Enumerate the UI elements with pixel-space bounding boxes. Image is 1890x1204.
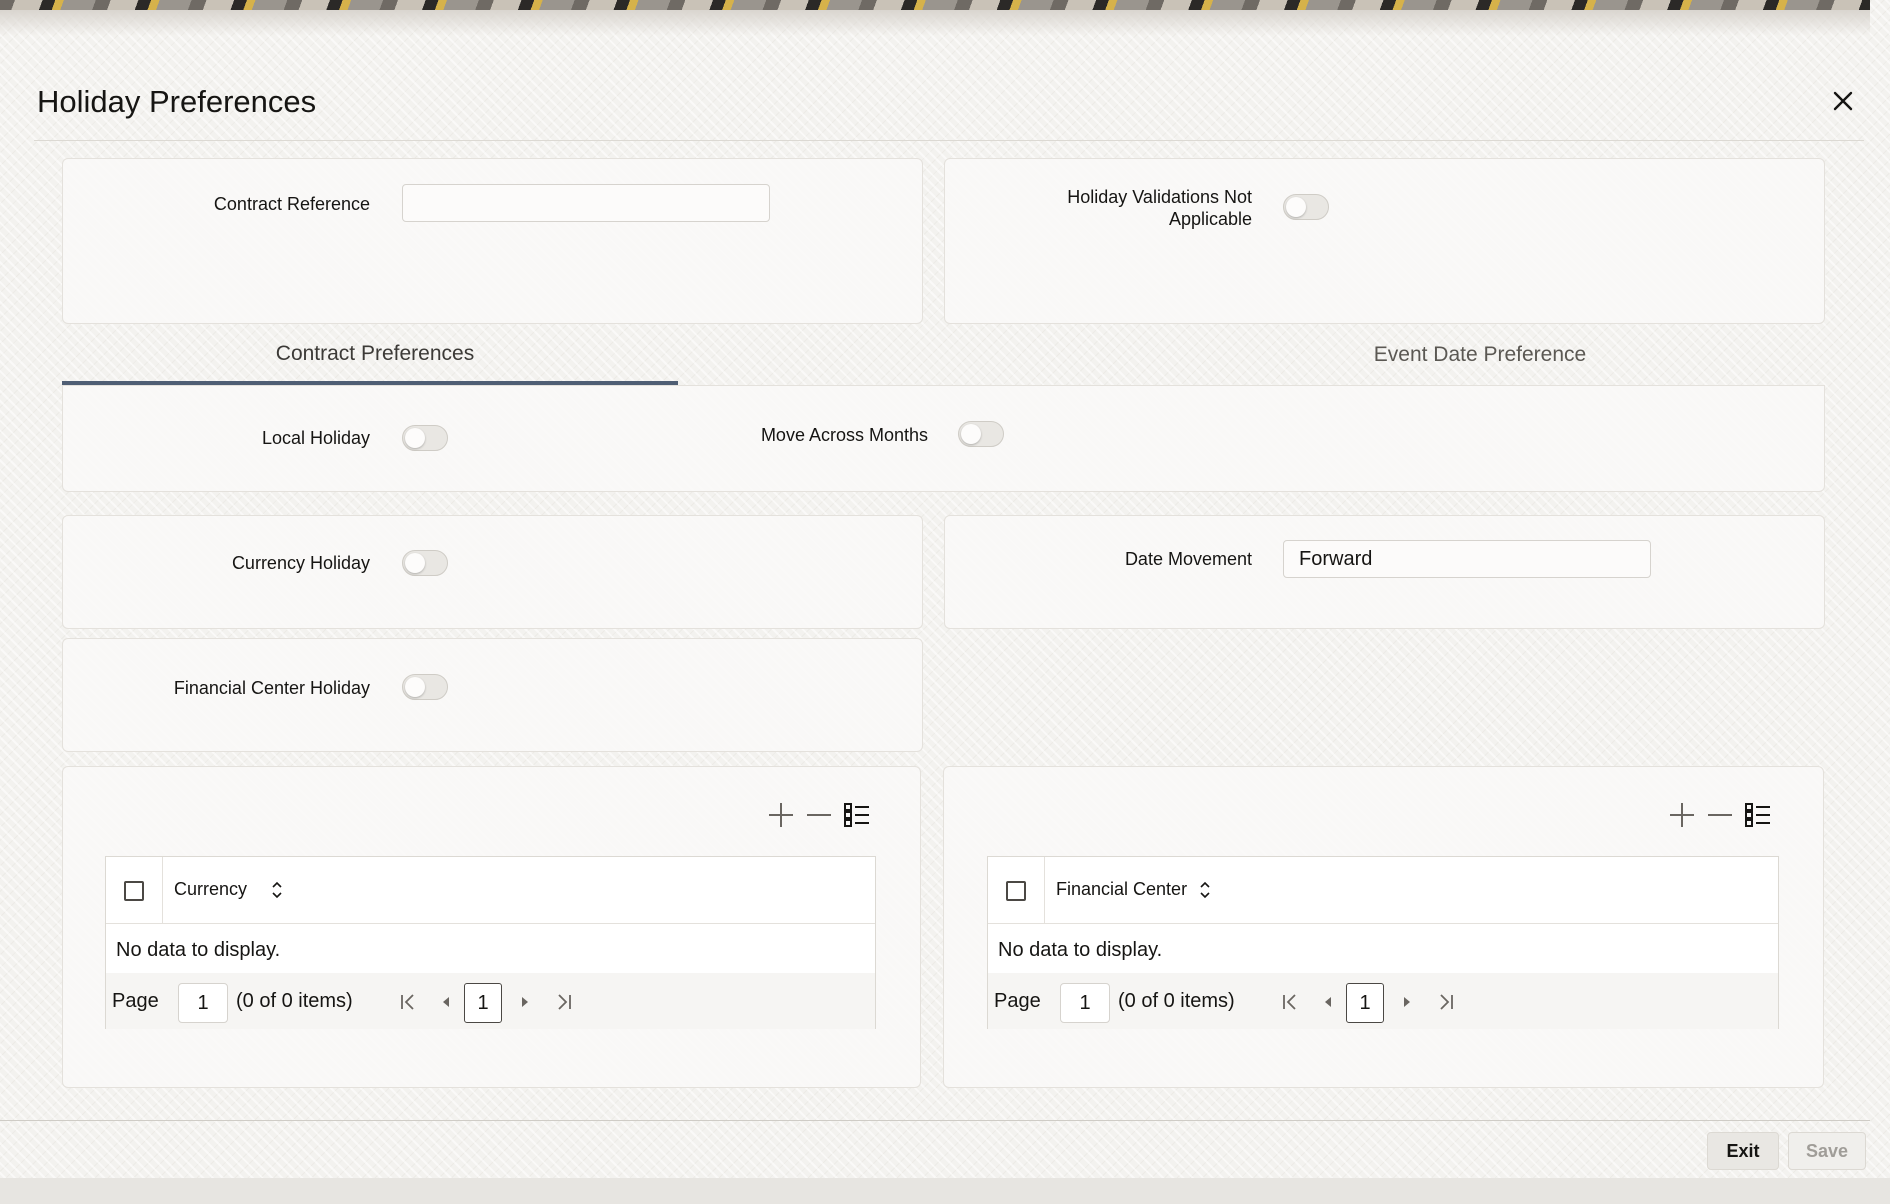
- item-count: (0 of 0 items): [1118, 990, 1235, 1012]
- last-page-button[interactable]: [550, 987, 578, 1017]
- save-button[interactable]: Save: [1788, 1132, 1866, 1170]
- currency-holiday-label: Currency Holiday: [231, 553, 370, 573]
- column-divider: [162, 857, 163, 924]
- last-page-icon: [558, 994, 571, 1010]
- previous-page-button[interactable]: [432, 987, 460, 1017]
- dialog-title: Holiday Preferences: [37, 84, 317, 119]
- financial-center-column-header[interactable]: Financial Center: [1056, 879, 1187, 900]
- plus-icon: [769, 803, 793, 827]
- add-financial-center-button[interactable]: [1665, 798, 1699, 832]
- page-label: Page: [112, 990, 159, 1012]
- previous-page-icon: [1325, 997, 1331, 1007]
- list-details-icon: [844, 803, 869, 827]
- minus-icon: [807, 814, 831, 816]
- currency-holiday-toggle[interactable]: [402, 550, 448, 576]
- currency-column-header[interactable]: Currency: [174, 879, 247, 900]
- financial-center-holiday-toggle[interactable]: [402, 674, 448, 700]
- holiday-validations-label: Holiday Validations Not Applicable: [1000, 186, 1252, 230]
- footer-bar: [0, 1178, 1890, 1204]
- next-page-button[interactable]: [1393, 987, 1421, 1017]
- currency-details-button[interactable]: [840, 798, 874, 832]
- pagination: Page 1 (0 of 0 items) 1: [988, 973, 1778, 1029]
- previous-page-icon: [443, 997, 449, 1007]
- remove-financial-center-button[interactable]: [1703, 798, 1737, 832]
- banner-strip: [0, 0, 1870, 10]
- financial-center-holiday-label: Financial Center Holiday: [173, 678, 370, 698]
- previous-page-button[interactable]: [1314, 987, 1342, 1017]
- last-page-icon: [1440, 994, 1453, 1010]
- column-divider: [1044, 857, 1045, 924]
- plus-icon: [1670, 803, 1694, 827]
- move-across-months-toggle[interactable]: [958, 421, 1004, 447]
- contract-reference-input[interactable]: [402, 184, 770, 222]
- empty-message: No data to display.: [998, 939, 1163, 961]
- close-button[interactable]: [1826, 84, 1860, 118]
- banner-fade: [0, 10, 1870, 36]
- last-page-button[interactable]: [1432, 987, 1460, 1017]
- date-movement-label: Date Movement: [1124, 549, 1252, 569]
- holiday-validations-label-line1: Holiday Validations Not: [1067, 187, 1252, 207]
- toggle-knob: [1286, 197, 1306, 217]
- close-icon: [1833, 91, 1853, 111]
- sort-icon[interactable]: [270, 879, 284, 901]
- table-header: Currency: [106, 857, 875, 924]
- local-holiday-toggle[interactable]: [402, 425, 448, 451]
- select-all-checkbox[interactable]: [1006, 881, 1026, 901]
- toggle-knob: [961, 424, 981, 444]
- remove-currency-button[interactable]: [802, 798, 836, 832]
- current-page-button[interactable]: 1: [464, 983, 502, 1023]
- current-page-button[interactable]: 1: [1346, 983, 1384, 1023]
- move-across-months-label: Move Across Months: [760, 425, 928, 445]
- select-all-checkbox[interactable]: [124, 881, 144, 901]
- first-page-button[interactable]: [1276, 987, 1304, 1017]
- toggle-knob: [405, 677, 425, 697]
- table-header: Financial Center: [988, 857, 1778, 924]
- financial-center-details-button[interactable]: [1741, 798, 1775, 832]
- page-label: Page: [994, 990, 1041, 1012]
- footer-divider: [0, 1120, 1870, 1121]
- toggle-knob: [405, 428, 425, 448]
- financial-center-table: Financial Center No data to display. Pag…: [987, 856, 1779, 1029]
- next-page-button[interactable]: [511, 987, 539, 1017]
- tab-event-date-preference[interactable]: Event Date Preference: [1170, 343, 1790, 367]
- first-page-icon: [401, 994, 414, 1010]
- add-currency-button[interactable]: [764, 798, 798, 832]
- next-page-icon: [522, 997, 528, 1007]
- holiday-validations-toggle[interactable]: [1283, 194, 1329, 220]
- toggle-knob: [405, 553, 425, 573]
- tab-contract-preferences[interactable]: Contract Preferences: [62, 342, 688, 366]
- contract-reference-panel: [62, 158, 923, 324]
- first-page-button[interactable]: [394, 987, 422, 1017]
- contract-reference-label: Contract Reference: [213, 194, 370, 214]
- first-page-icon: [1283, 994, 1296, 1010]
- exit-button[interactable]: Exit: [1707, 1132, 1779, 1170]
- empty-message: No data to display.: [116, 939, 281, 961]
- title-divider: [34, 140, 1864, 141]
- holiday-validations-panel: [944, 158, 1825, 324]
- next-page-icon: [1404, 997, 1410, 1007]
- minus-icon: [1708, 814, 1732, 816]
- list-details-icon: [1745, 803, 1770, 827]
- sort-icon[interactable]: [1198, 879, 1212, 901]
- holiday-validations-label-line2: Applicable: [1168, 209, 1252, 229]
- pagination: Page 1 (0 of 0 items) 1: [106, 973, 875, 1029]
- local-holiday-label: Local Holiday: [261, 428, 370, 448]
- page-input[interactable]: 1: [178, 983, 228, 1023]
- date-movement-input[interactable]: [1283, 540, 1651, 578]
- page-input[interactable]: 1: [1060, 983, 1110, 1023]
- currency-table: Currency No data to display. Page 1 (0 o…: [105, 856, 876, 1029]
- item-count: (0 of 0 items): [236, 990, 353, 1012]
